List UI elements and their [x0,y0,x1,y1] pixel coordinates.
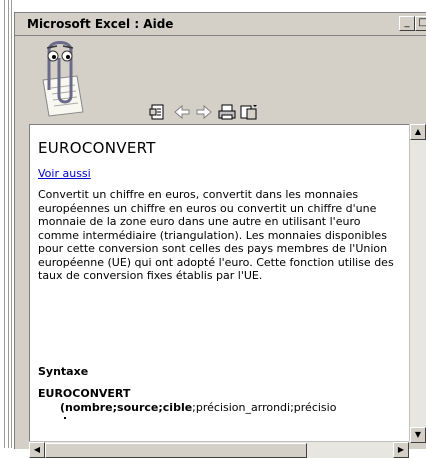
scroll-right-button[interactable]: ▶ [393,442,409,458]
topic-title: EUROCONVERT [38,139,156,157]
required-arguments: (nombre;source;cible [60,401,193,414]
see-also-link[interactable]: Voir aussi [38,167,91,180]
scroll-left-button[interactable]: ◀ [29,442,45,458]
help-window: Microsoft Excel : Aide _ □ EUROCONVERT V… [14,12,426,458]
print-icon[interactable] [217,103,237,121]
scroll-down-button[interactable]: ▼ [410,427,426,443]
horizontal-scroll-thumb[interactable] [45,443,307,458]
help-toolbar [15,36,426,124]
title-bar[interactable]: Microsoft Excel : Aide _ □ [15,13,426,36]
topic-description: Convertit un chiffre en euros, convertit… [38,188,394,282]
scroll-up-button[interactable]: ▲ [410,124,426,140]
maximize-button[interactable]: □ [415,16,426,31]
hide-tabs-icon[interactable] [148,103,168,121]
help-topic-pane: EUROCONVERT Voir aussi Convertit un chif… [29,124,410,442]
window-title: Microsoft Excel : Aide [27,17,174,31]
office-assistant-icon[interactable] [27,36,97,122]
optional-arguments: ;précision_arrondi;précisio [192,401,337,414]
function-name: EUROCONVERT [38,387,131,400]
vertical-scrollbar[interactable]: ▲ ▼ [409,124,426,443]
horizontal-scrollbar[interactable]: ◀ ▶ [29,441,409,458]
back-icon[interactable] [172,103,192,121]
syntax-heading: Syntaxe [38,365,89,378]
function-arguments: (nombre;source;cible;précision_arrondi;p… [60,401,336,414]
minimize-button[interactable]: _ [399,16,415,31]
background-window-edge [0,0,5,448]
forward-icon[interactable] [194,103,214,121]
bullet-fragment [64,417,66,419]
background-window-edge [8,0,12,448]
options-icon[interactable] [239,103,259,121]
